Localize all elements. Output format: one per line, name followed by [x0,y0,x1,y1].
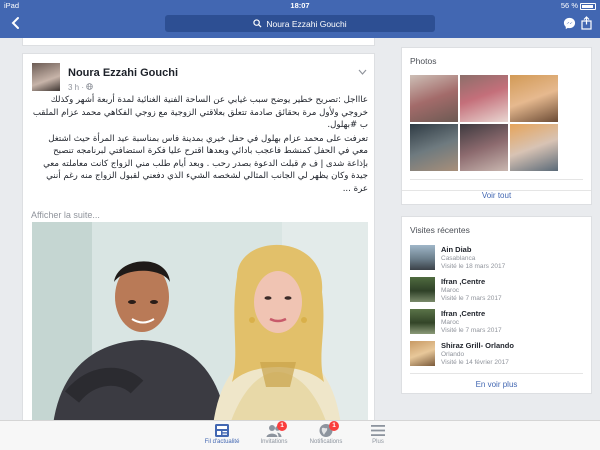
place-thumbnail [410,309,435,334]
clock: 18:07 [290,1,310,10]
search-bar[interactable]: Noura Ezzahi Gouchi [165,15,435,32]
search-icon [253,19,262,28]
divider [410,373,583,374]
tab-label: Plus [372,439,384,445]
photos-card: Photos Voir tout [401,47,592,205]
tab-friend-requests[interactable]: 1 Invitations [244,421,304,445]
tab-news-feed[interactable]: Fil d'actualité [192,423,252,445]
visit-item[interactable]: Ifran ,Centre Maroc Visité le 7 mars 201… [410,307,585,337]
author-avatar[interactable] [32,63,60,91]
top-bar: iPad 18:07 56 % Noura Ezzahi Gouchi [0,0,600,38]
tab-label: Fil d'actualité [204,439,240,445]
previous-post-card [22,38,375,46]
battery-icon [580,2,596,10]
tab-notifications[interactable]: 1 Notifications [296,421,356,445]
photo-thumbnail[interactable] [510,75,558,122]
search-text: Noura Ezzahi Gouchi [266,18,347,29]
see-more-link[interactable]: Afficher la suite... [31,210,100,220]
post-paragraph: تعرفت على محمد عزام بهلول في حفل خيري بم… [43,133,368,194]
photo-thumbnail[interactable] [510,124,558,171]
post-time[interactable]: 3 h · [68,83,86,92]
place-thumbnail [410,341,435,366]
messenger-icon[interactable] [563,17,576,30]
tab-label: Invitations [260,439,288,445]
place-name: Shiraz Grill- Orlando [441,341,514,350]
photo-thumbnail[interactable] [460,124,508,171]
recent-visits-card: Visites récentes Ain Diab Casablanca Vis… [401,216,592,394]
friends-icon: 1 [266,421,287,438]
visit-date: Visité le 14 février 2017 [441,359,509,366]
back-arrow-icon[interactable] [9,16,23,30]
share-icon[interactable] [581,16,592,30]
post-photo[interactable] [32,222,368,432]
battery-percent: 56 % [560,1,578,10]
post-meta: 3 h · [68,83,94,92]
place-thumbnail [410,245,435,270]
place-location: Maroc [441,319,460,326]
photo-grid [410,75,558,171]
see-more-visits-link[interactable]: En voir plus [402,380,591,389]
photos-title: Photos [410,56,437,66]
place-location: Casablanca [441,255,476,262]
post-card: Noura Ezzahi Gouchi 3 h · عاااجل :تصريح … [22,53,375,433]
status-bar: iPad 18:07 56 % [0,0,600,12]
place-thumbnail [410,277,435,302]
recent-visits-title: Visites récentes [410,225,470,235]
battery-status: 56 % [561,0,596,12]
place-name: Ifran ,Centre [441,277,486,286]
notification-badge: 1 [277,421,287,431]
place-location: Maroc [441,287,460,294]
post-paragraph: عاااجل :تصريح خطير يوضح سبب غيابي عن الس… [32,95,368,130]
visit-item[interactable]: Ifran ,Centre Maroc Visité le 7 mars 201… [410,275,585,305]
place-name: Ifran ,Centre [441,309,486,318]
globe-icon [86,83,94,90]
menu-icon [370,423,386,438]
news-feed-icon [214,423,230,438]
globe-notifications-icon: 1 [318,421,339,438]
photo-thumbnail[interactable] [410,75,458,122]
tab-more[interactable]: Plus [348,423,408,445]
place-location: Orlando [441,351,465,358]
visit-item[interactable]: Ain Diab Casablanca Visité le 18 mars 20… [410,243,585,273]
notification-badge: 1 [329,421,339,431]
see-all-photos-link[interactable]: Voir tout [402,190,591,200]
divider [410,179,583,180]
place-name: Ain Diab [441,245,472,254]
photo-thumbnail[interactable] [410,124,458,171]
visit-date: Visité le 7 mars 2017 [441,327,502,334]
tab-label: Notifications [309,439,343,445]
post-author[interactable]: Noura Ezzahi Gouchi [68,67,178,79]
post-body: عاااجل :تصريح خطير يوضح سبب غيابي عن الس… [31,94,368,196]
couple-photo-image [32,222,368,432]
bottom-tab-bar: Fil d'actualité 1 Invitations 1 Notifica… [0,420,600,450]
photo-thumbnail[interactable] [460,75,508,122]
visit-item[interactable]: Shiraz Grill- Orlando Orlando Visité le … [410,339,585,369]
visit-date: Visité le 18 mars 2017 [441,263,506,270]
chevron-down-icon[interactable] [358,69,367,75]
visit-date: Visité le 7 mars 2017 [441,295,502,302]
